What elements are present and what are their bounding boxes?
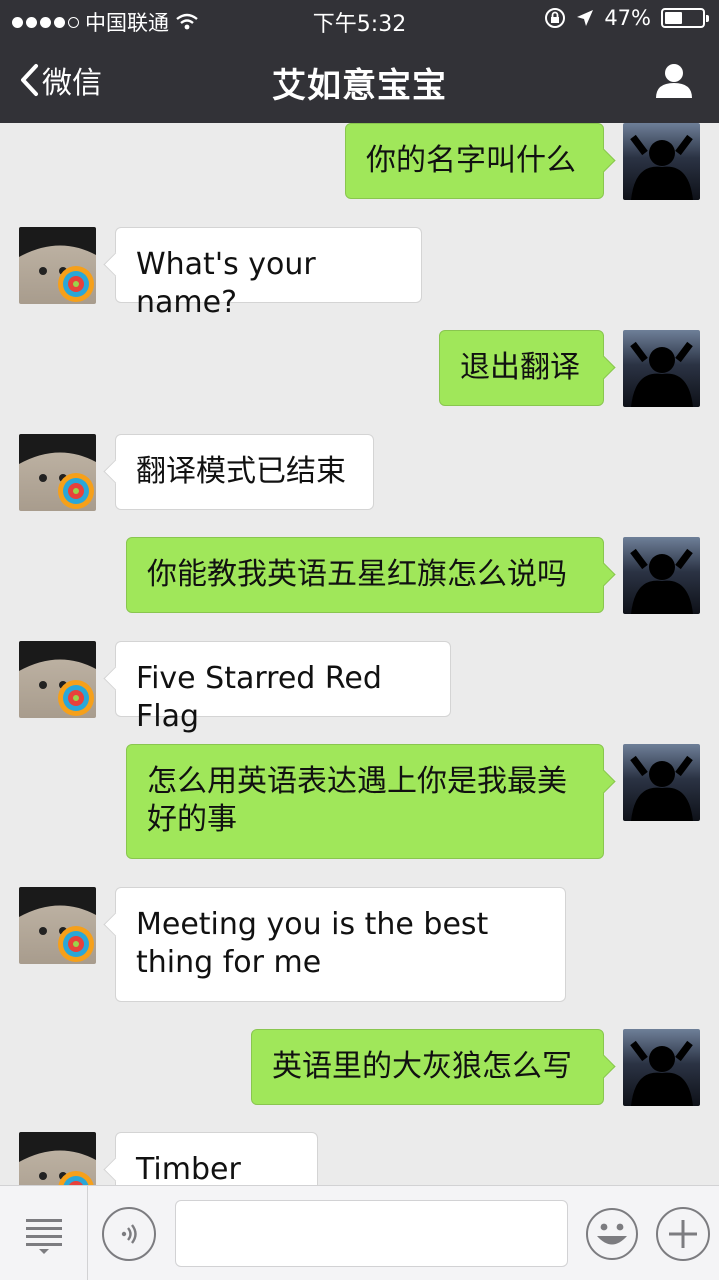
message-bubble-sent[interactable]: 你能教我英语五星红旗怎么说吗 — [126, 537, 604, 613]
nav-bar: 微信 艾如意宝宝 — [0, 40, 719, 123]
contact-avatar[interactable] — [19, 1132, 96, 1185]
my-avatar[interactable] — [623, 330, 700, 407]
voice-button[interactable] — [102, 1207, 156, 1261]
message-text: 英语里的大灰狼怎么写 — [272, 1049, 572, 1084]
more-button[interactable] — [656, 1207, 710, 1261]
emoji-icon — [586, 1208, 638, 1260]
message-bubble-received[interactable]: Timber wolf — [115, 1132, 318, 1185]
input-bar — [0, 1185, 719, 1280]
voice-icon — [121, 1224, 137, 1244]
contact-info-button[interactable] — [655, 62, 693, 102]
location-arrow-icon — [577, 10, 594, 26]
my-avatar[interactable] — [623, 537, 700, 614]
message-bubble-received[interactable]: What's your name? — [115, 227, 422, 320]
message-bubble-received[interactable]: Meeting you is the best thing for me — [115, 887, 566, 1002]
message-text: 翻译模式已结束 — [136, 454, 346, 489]
message-bubble-received[interactable]: Five Starred Red Flag — [115, 641, 451, 734]
contact-avatar[interactable] — [19, 641, 96, 718]
battery-percent: 47% — [604, 6, 651, 30]
message-bubble-received[interactable]: 翻译模式已结束 — [115, 434, 374, 510]
message-text: 你能教我英语五星红旗怎么说吗 — [147, 557, 567, 592]
battery-icon — [661, 8, 709, 28]
message-text: 你的名字叫什么 — [366, 143, 576, 178]
person-icon — [656, 64, 692, 98]
message-text: What's your name? — [136, 247, 316, 320]
message-text: 怎么用英语表达遇上你是我最美好的事 — [147, 764, 567, 837]
contact-avatar[interactable] — [19, 887, 96, 964]
message-bubble-sent[interactable]: 你的名字叫什么 — [345, 123, 604, 199]
menu-icon — [25, 1218, 62, 1254]
message-text: 退出翻译 — [460, 350, 580, 385]
rotation-lock-icon — [545, 8, 566, 28]
chat-title: 艾如意宝宝 — [272, 66, 447, 106]
message-bubble-sent[interactable]: 怎么用英语表达遇上你是我最美好的事 — [126, 744, 604, 859]
my-avatar[interactable] — [623, 1029, 700, 1106]
my-avatar[interactable] — [623, 744, 700, 821]
plus-icon — [669, 1220, 697, 1248]
my-avatar[interactable] — [623, 123, 700, 200]
message-text: Five Starred Red Flag — [136, 661, 382, 734]
message-bubble-sent[interactable]: 英语里的大灰狼怎么写 — [251, 1029, 604, 1105]
message-input[interactable] — [175, 1200, 568, 1267]
header: 中国联通 下午5:32 47% 微信 艾如意宝宝 — [0, 0, 719, 123]
contact-avatar[interactable] — [19, 227, 96, 304]
message-bubble-sent[interactable]: 退出翻译 — [439, 330, 604, 406]
menu-button[interactable] — [0, 1186, 88, 1280]
emoji-button[interactable] — [585, 1207, 639, 1261]
message-text: Meeting you is the best thing for me — [136, 907, 489, 980]
chat-area[interactable]: 你的名字叫什么 What's your name? 退出翻译 翻译模式已结束 你… — [0, 123, 719, 1185]
status-bar: 中国联通 下午5:32 47% — [0, 0, 719, 40]
battery-fill — [665, 12, 682, 24]
contact-avatar[interactable] — [19, 434, 96, 511]
status-right: 47% — [544, 6, 709, 30]
message-text: Timber wolf — [136, 1152, 241, 1185]
